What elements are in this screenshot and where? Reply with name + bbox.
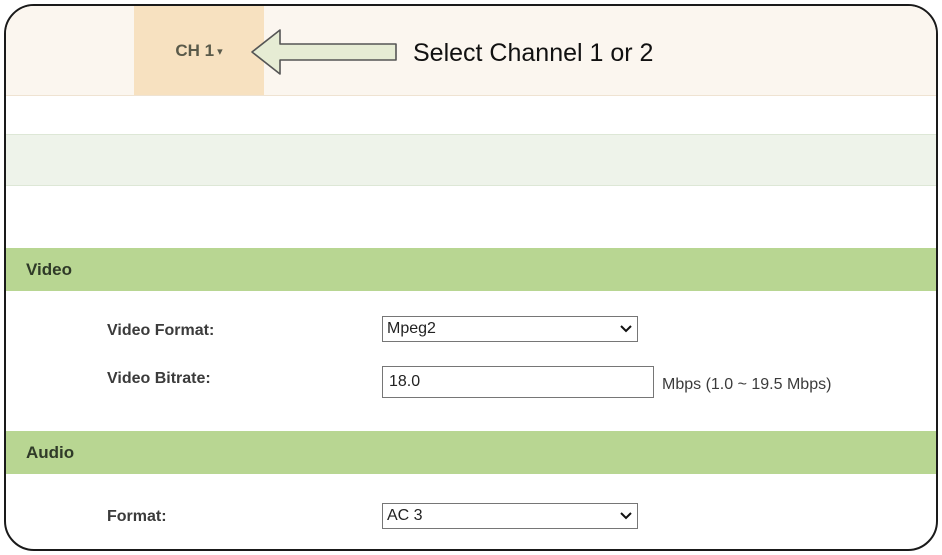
audio-format-value: AC 3	[387, 507, 423, 524]
video-section-header: Video	[6, 248, 936, 291]
screenshot-frame: CH 1 ▾ Select Channel 1 or 2 Video Video…	[4, 4, 938, 551]
info-band	[6, 134, 936, 186]
video-bitrate-input[interactable]	[382, 366, 654, 398]
channel-dropdown[interactable]: CH 1 ▾	[134, 6, 264, 95]
chevron-down-icon	[615, 325, 637, 333]
audio-format-select[interactable]: AC 3	[382, 503, 638, 529]
annotation-text: Select Channel 1 or 2	[413, 39, 654, 67]
top-bar: CH 1 ▾ Select Channel 1 or 2	[6, 6, 936, 96]
caret-down-icon: ▾	[217, 46, 223, 58]
audio-format-label: Format:	[107, 508, 167, 525]
video-format-select[interactable]: Mpeg2	[382, 316, 638, 342]
video-format-value: Mpeg2	[387, 320, 436, 337]
left-arrow-icon	[251, 29, 397, 75]
audio-section-header: Audio	[6, 431, 936, 474]
audio-section-title: Audio	[26, 442, 75, 462]
video-bitrate-label: Video Bitrate:	[107, 370, 211, 387]
channel-label: CH 1	[175, 40, 215, 60]
video-section-title: Video	[26, 259, 72, 279]
bitrate-unit-text: Mbps (1.0 ~ 19.5 Mbps)	[662, 376, 832, 393]
video-format-label: Video Format:	[107, 322, 215, 339]
chevron-down-icon	[615, 512, 637, 520]
